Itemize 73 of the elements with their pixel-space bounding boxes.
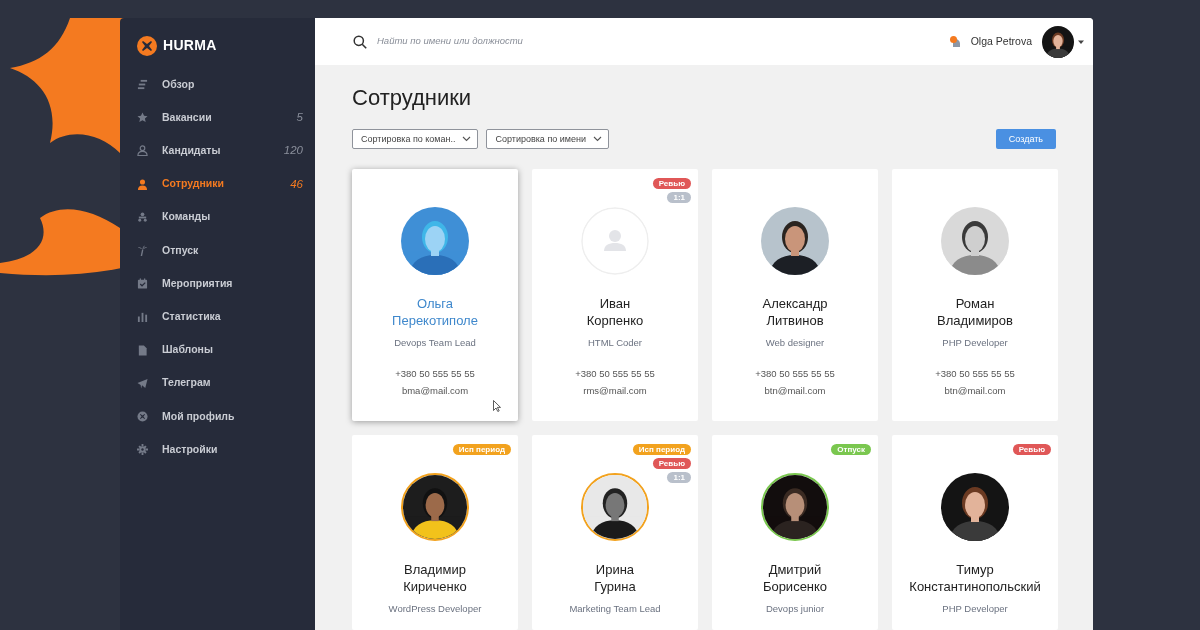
sidebar-item[interactable]: Настройки — [137, 433, 303, 467]
sidebar-item[interactable]: Обзор — [137, 68, 303, 102]
profile-badge-icon — [137, 410, 148, 422]
user-name[interactable]: Olga Petrova — [970, 33, 1032, 50]
settings-icon — [137, 444, 148, 456]
avatar-placeholder-icon — [581, 207, 649, 276]
caret-icon — [593, 136, 602, 143]
sidebar-item[interactable]: Вакансии 5 — [137, 101, 303, 135]
page-title: Сотрудники — [352, 85, 473, 112]
sidebar-item[interactable]: Кандидаты 120 — [137, 134, 303, 168]
status-tag: Исп период — [452, 444, 511, 456]
paper-plane-icon — [137, 377, 148, 389]
employee-role: HTML Coder — [587, 336, 643, 351]
employee-role: Web designer — [764, 336, 826, 351]
sidebar-item[interactable]: Отпуск — [137, 233, 303, 268]
email-address: bma@mail.com — [400, 383, 470, 398]
sidebar-item[interactable]: Телеграм — [137, 366, 303, 400]
employee-role: PHP Developer — [941, 602, 1009, 617]
sidebar-item[interactable]: Команды — [137, 200, 303, 234]
caret-icon[interactable] — [1077, 38, 1085, 45]
status-tag: Ревью — [652, 178, 691, 190]
bar-chart-icon — [137, 311, 148, 323]
caret-icon — [462, 136, 472, 143]
phone-number: +380 50 555 55 55 — [934, 366, 1016, 381]
team-icon — [137, 211, 148, 223]
status-tag: 1:1 — [667, 192, 691, 204]
search-icon — [353, 34, 367, 49]
sidebar-item[interactable]: Мой профиль — [137, 399, 303, 434]
document-icon — [137, 344, 148, 356]
phone-number: +380 50 555 55 55 — [574, 366, 656, 381]
status-tag: 1:1 — [667, 472, 691, 484]
employee-role: WordPress Developer — [387, 602, 483, 617]
status-tag: Исп период — [632, 444, 691, 456]
phone-number: +380 50 555 55 55 — [754, 366, 836, 381]
email-address: rms@mail.com — [582, 383, 648, 398]
item-count: 46 — [290, 176, 303, 192]
cursor-icon — [493, 400, 501, 413]
employee-name[interactable]: Дмитрий Борисенко — [762, 561, 828, 596]
employee-role: PHP Developer — [941, 336, 1009, 351]
status-tag: Отпуск — [831, 444, 871, 456]
status-tag: Ревью — [652, 458, 691, 470]
employee-name[interactable]: Ирина Гурина — [594, 561, 636, 596]
employee-name[interactable]: Владимир Кириченко — [403, 561, 467, 596]
sidebar-item[interactable]: Мероприятия — [137, 267, 303, 301]
employee-role: Devops Team Lead — [393, 336, 477, 351]
email-address: btn@mail.com — [763, 383, 827, 398]
employee-name[interactable]: Александр Литвинов — [762, 295, 828, 330]
employee-role: Devops junior — [764, 602, 826, 617]
sidebar-item[interactable]: Статистика — [137, 300, 303, 334]
email-address: btn@mail.com — [943, 383, 1007, 398]
person-icon — [137, 178, 148, 190]
menu-lines-icon — [137, 79, 148, 91]
person-outline-icon — [137, 145, 148, 157]
calendar-check-icon — [137, 278, 148, 290]
status-tag: Ревью — [1012, 444, 1051, 456]
item-count: 120 — [283, 143, 303, 159]
sort-dropdown[interactable]: Сортировка по коман.. — [352, 129, 479, 150]
sort-dropdown[interactable]: Сортировка по имени — [486, 129, 609, 150]
employee-role: Marketing Team Lead — [568, 602, 662, 617]
logo-icon — [137, 35, 157, 56]
employee-name[interactable]: Роман Владимиров — [937, 295, 1013, 330]
phone-number: +380 50 555 55 55 — [394, 366, 476, 381]
employee-name[interactable]: Ольга Перекотиполе — [392, 295, 478, 330]
employee-name[interactable]: Тимур Константинопольский — [909, 561, 1041, 596]
palm-tree-icon — [137, 245, 148, 257]
item-count: 5 — [296, 110, 303, 126]
sidebar-item[interactable]: Сотрудники 46 — [137, 167, 303, 201]
sidebar-item[interactable]: Шаблоны — [137, 333, 303, 367]
notification-icon[interactable] — [948, 34, 963, 49]
brand-name: HURMA — [163, 36, 217, 55]
search-field[interactable]: Найти по имени или должности — [375, 33, 675, 50]
employee-name[interactable]: Иван Корпенко — [586, 295, 644, 330]
star-icon — [137, 112, 148, 124]
